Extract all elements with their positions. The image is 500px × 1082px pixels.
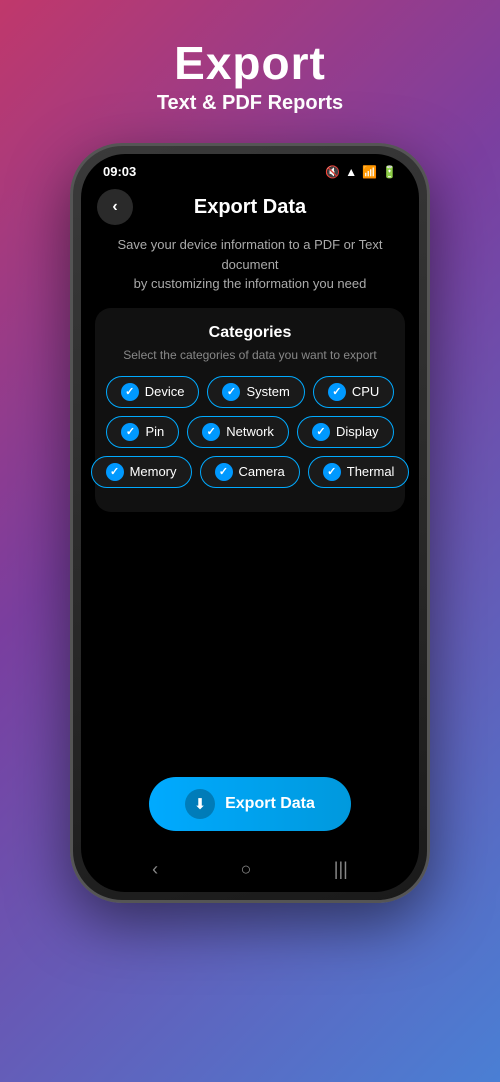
battery-icon: 🔋 (382, 165, 397, 179)
categories-title: Categories (107, 324, 393, 342)
home-bar: ‹ ○ ||| (81, 851, 419, 892)
check-network (202, 423, 220, 441)
header-title: Export (157, 36, 343, 90)
download-icon: ⬇ (185, 789, 215, 819)
export-button[interactable]: ⬇ Export Data (149, 777, 351, 831)
chip-label-pin: Pin (145, 424, 164, 439)
chip-display[interactable]: Display (297, 416, 394, 448)
check-device (121, 383, 139, 401)
top-bar: ‹ Export Data (81, 183, 419, 235)
chip-row-1: Device System CPU (107, 376, 393, 408)
wifi-icon: ▲ (345, 165, 357, 179)
categories-card: Categories Select the categories of data… (95, 308, 405, 512)
description-text: Save your device information to a PDF or… (81, 235, 419, 294)
check-thermal (323, 463, 341, 481)
header-section: Export Text & PDF Reports (157, 36, 343, 115)
chip-camera[interactable]: Camera (200, 456, 300, 488)
signal-icon: 📶 (362, 165, 377, 179)
chip-label-camera: Camera (239, 464, 285, 479)
chip-label-thermal: Thermal (347, 464, 395, 479)
chip-label-memory: Memory (130, 464, 177, 479)
screen-title: Export Data (133, 196, 367, 219)
chip-label-network: Network (226, 424, 274, 439)
desc-line2: by customizing the information you need (134, 276, 367, 291)
back-gesture[interactable]: ‹ (152, 859, 158, 880)
desc-line1: Save your device information to a PDF or… (118, 237, 383, 272)
check-cpu (328, 383, 346, 401)
status-bar: 09:03 🔇 ▲ 📶 🔋 (81, 154, 419, 183)
check-system (222, 383, 240, 401)
chip-network[interactable]: Network (187, 416, 289, 448)
status-icons: 🔇 ▲ 📶 🔋 (325, 165, 397, 179)
phone-wrapper: 09:03 🔇 ▲ 📶 🔋 ‹ Export Data Save your de… (70, 143, 430, 903)
chip-label-display: Display (336, 424, 379, 439)
phone-screen: 09:03 🔇 ▲ 📶 🔋 ‹ Export Data Save your de… (81, 154, 419, 892)
chip-device[interactable]: Device (106, 376, 200, 408)
chip-system[interactable]: System (207, 376, 304, 408)
home-gesture[interactable]: ○ (241, 859, 252, 880)
categories-subtitle: Select the categories of data you want t… (107, 348, 393, 362)
chip-label-cpu: CPU (352, 384, 379, 399)
check-camera (215, 463, 233, 481)
export-btn-label: Export Data (225, 795, 315, 813)
recents-gesture[interactable]: ||| (334, 859, 348, 880)
status-time: 09:03 (103, 164, 136, 179)
phone-outer: 09:03 🔇 ▲ 📶 🔋 ‹ Export Data Save your de… (70, 143, 430, 903)
mute-icon: 🔇 (325, 165, 340, 179)
header-subtitle: Text & PDF Reports (157, 92, 343, 115)
check-display (312, 423, 330, 441)
chip-label-system: System (246, 384, 289, 399)
chip-row-3: Memory Camera Thermal (107, 456, 393, 488)
export-btn-container: ⬇ Export Data (81, 777, 419, 851)
chip-memory[interactable]: Memory (91, 456, 192, 488)
back-button[interactable]: ‹ (97, 189, 133, 225)
chip-row-2: Pin Network Display (107, 416, 393, 448)
check-pin (121, 423, 139, 441)
chip-cpu[interactable]: CPU (313, 376, 394, 408)
chip-label-device: Device (145, 384, 185, 399)
chip-thermal[interactable]: Thermal (308, 456, 410, 488)
chip-pin[interactable]: Pin (106, 416, 179, 448)
check-memory (106, 463, 124, 481)
